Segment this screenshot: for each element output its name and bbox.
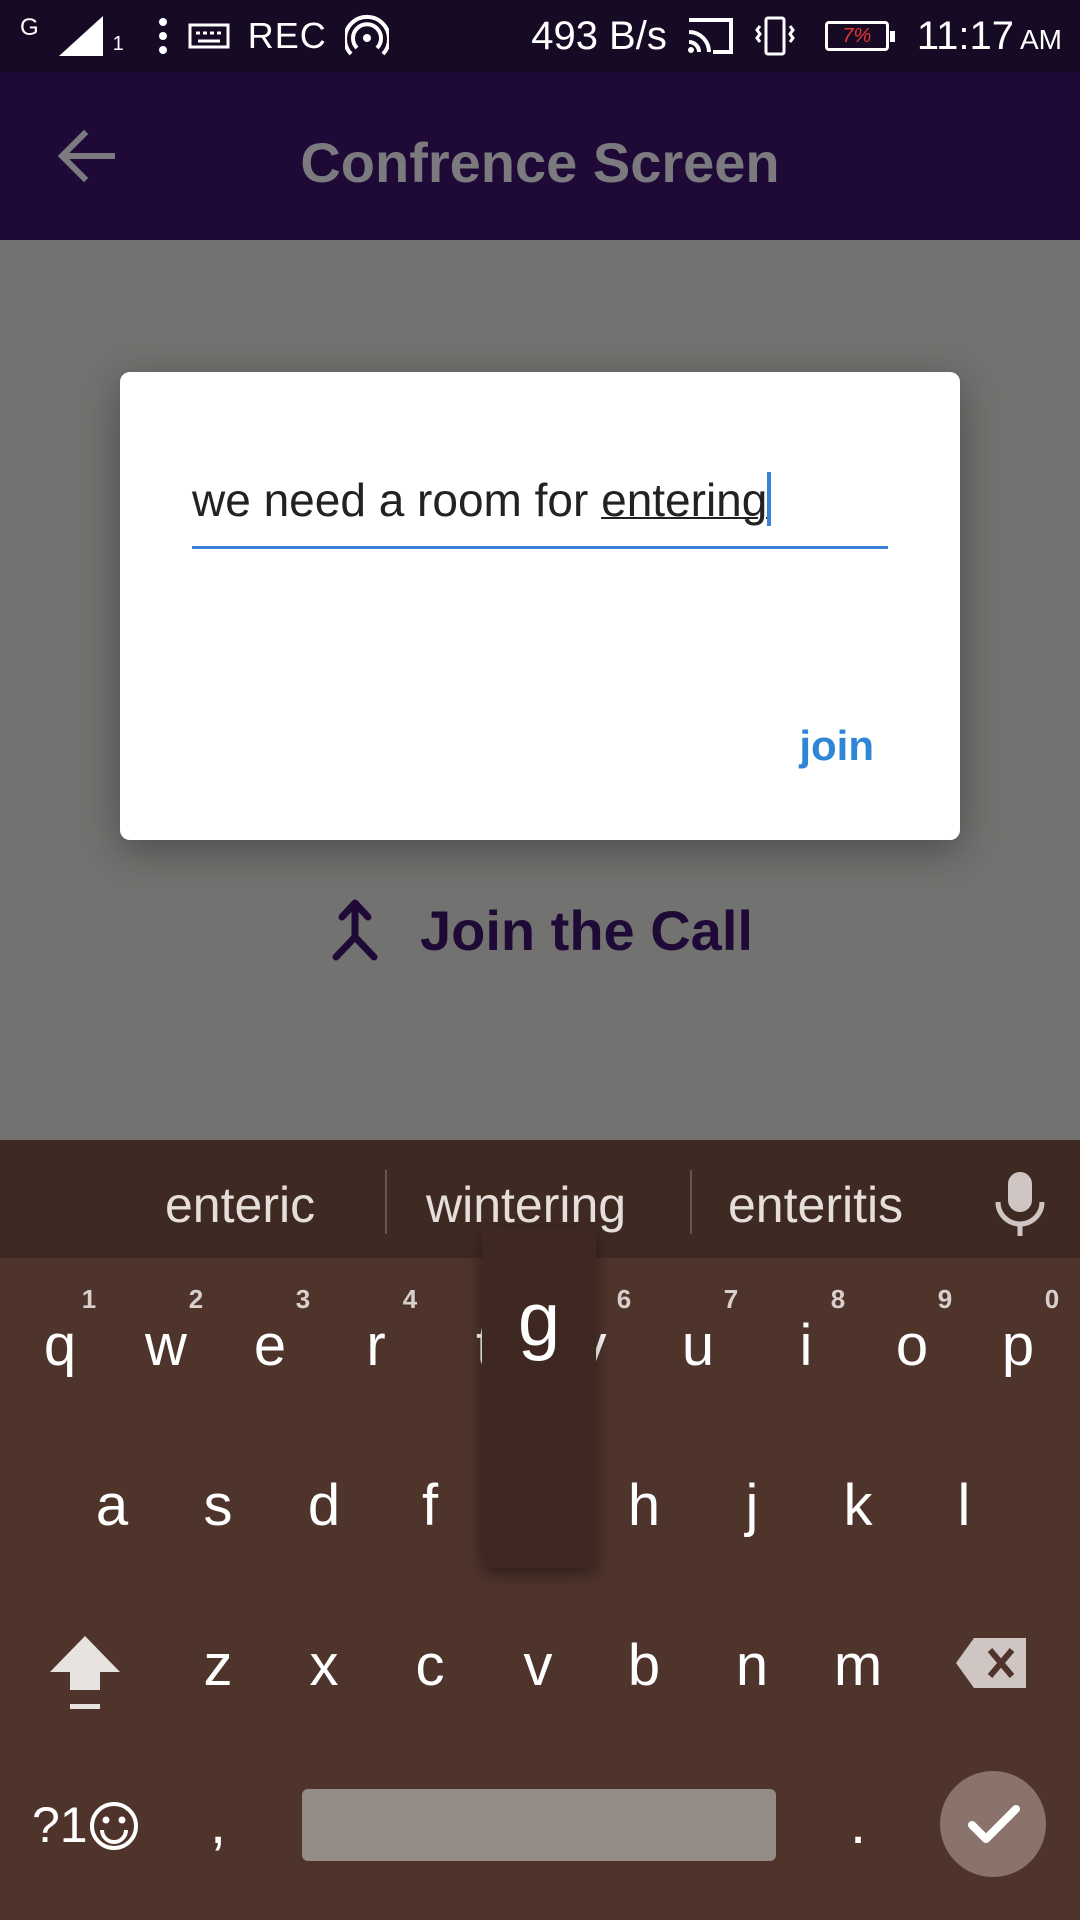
room-dialog: we need a room for entering join [120,372,960,840]
status-right: 493 B/s 7% 11:17 AM [531,0,1062,72]
backspace-icon[interactable] [954,1634,1030,1692]
input-composing-word: entering [601,474,768,526]
key-period[interactable]: . [818,1790,898,1857]
text-caret [767,472,772,526]
key-r[interactable]: r [336,1312,416,1379]
key-f[interactable]: f [390,1472,470,1539]
vibrate-icon [754,16,795,56]
hotspot-icon [344,14,389,56]
key-l[interactable]: l [924,1472,1004,1539]
key-q[interactable]: q [20,1312,100,1379]
clock: 11:17 AM [917,14,1062,59]
signal-sub: 1 [112,32,124,55]
join-button[interactable]: join [799,722,874,770]
key-e[interactable]: e [230,1312,310,1379]
key-m[interactable]: m [818,1632,898,1699]
app-bar: Confrence Screen [0,72,1080,240]
key-k[interactable]: k [818,1472,898,1539]
key-hint: 3 [295,1284,311,1314]
key-a[interactable]: a [72,1472,152,1539]
key-hint: 2 [188,1284,204,1314]
page-title: Confrence Screen [300,131,780,194]
key-v[interactable]: v [498,1632,578,1699]
clock-time: 11:17 [916,13,1014,58]
keyboard-icon [188,23,230,49]
key-u[interactable]: u [658,1312,738,1379]
battery-icon: 7% [824,21,895,51]
suggestion-3[interactable]: enteritis [728,1176,903,1234]
key-hint: 8 [830,1284,846,1314]
suggestion-2[interactable]: wintering [426,1176,626,1234]
rec-label: REC [247,15,327,56]
space-bar[interactable] [302,1789,776,1861]
key-x[interactable]: x [284,1632,364,1699]
key-s[interactable]: s [178,1472,258,1539]
symbols-key[interactable]: ?1 [32,1796,88,1854]
check-icon [968,1805,1020,1843]
network-type: G [20,14,39,41]
key-comma[interactable]: , [178,1790,258,1857]
suggestion-divider [690,1170,692,1234]
key-hint: 1 [81,1284,97,1314]
key-z[interactable]: z [178,1632,258,1699]
emoji-icon[interactable] [88,1800,140,1852]
key-hint: 7 [723,1284,739,1314]
key-preview-popup: g [482,1228,596,1568]
key-w[interactable]: w [126,1312,206,1379]
mic-icon[interactable] [990,1168,1050,1240]
key-j[interactable]: j [712,1472,792,1539]
key-p[interactable]: p [978,1312,1058,1379]
room-name-value: we need a room for entering [192,472,772,526]
more-icon [158,18,167,54]
suggestion-1[interactable]: enteric [165,1176,315,1234]
cast-icon [687,18,733,54]
key-i[interactable]: i [766,1312,846,1379]
status-bar: G 1 REC 493 B/s 7% 11:17 AM [0,0,1080,72]
merge-icon [332,899,378,960]
shift-icon[interactable] [46,1632,124,1714]
key-b[interactable]: b [604,1632,684,1699]
key-n[interactable]: n [712,1632,792,1699]
key-c[interactable]: c [390,1632,470,1699]
suggestion-divider [385,1170,387,1234]
network-speed: 493 B/s [531,13,667,58]
key-hint: 9 [937,1284,953,1314]
signal-icon [58,16,103,56]
done-button[interactable] [940,1771,1046,1877]
room-name-input[interactable]: we need a room for entering [192,472,888,549]
key-hint: 4 [402,1284,418,1314]
input-prefix: we need a room for [192,474,602,526]
join-call-button[interactable]: Join the Call [330,898,753,963]
key-hint: 0 [1044,1284,1060,1314]
join-call-label: Join the Call [420,899,753,962]
key-h[interactable]: h [604,1472,684,1539]
clock-ampm: AM [1020,23,1062,55]
status-left: G 1 REC [20,0,389,72]
key-hint: 6 [616,1284,632,1314]
battery-percent: 7% [842,25,872,47]
key-o[interactable]: o [872,1312,952,1379]
key-d[interactable]: d [284,1472,364,1539]
key-preview-label: g [517,1277,561,1362]
